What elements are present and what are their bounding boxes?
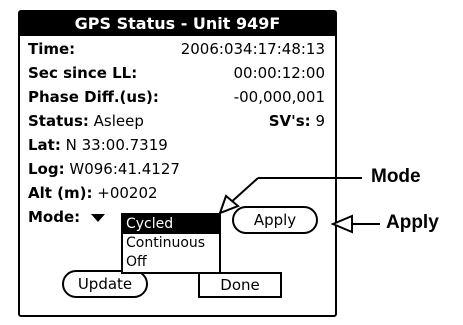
callout-arrows [218, 177, 380, 234]
apply-annotation: Apply [386, 212, 439, 233]
mode-annotation: Mode [371, 166, 421, 187]
apply-callout-arrowhead [330, 214, 353, 234]
